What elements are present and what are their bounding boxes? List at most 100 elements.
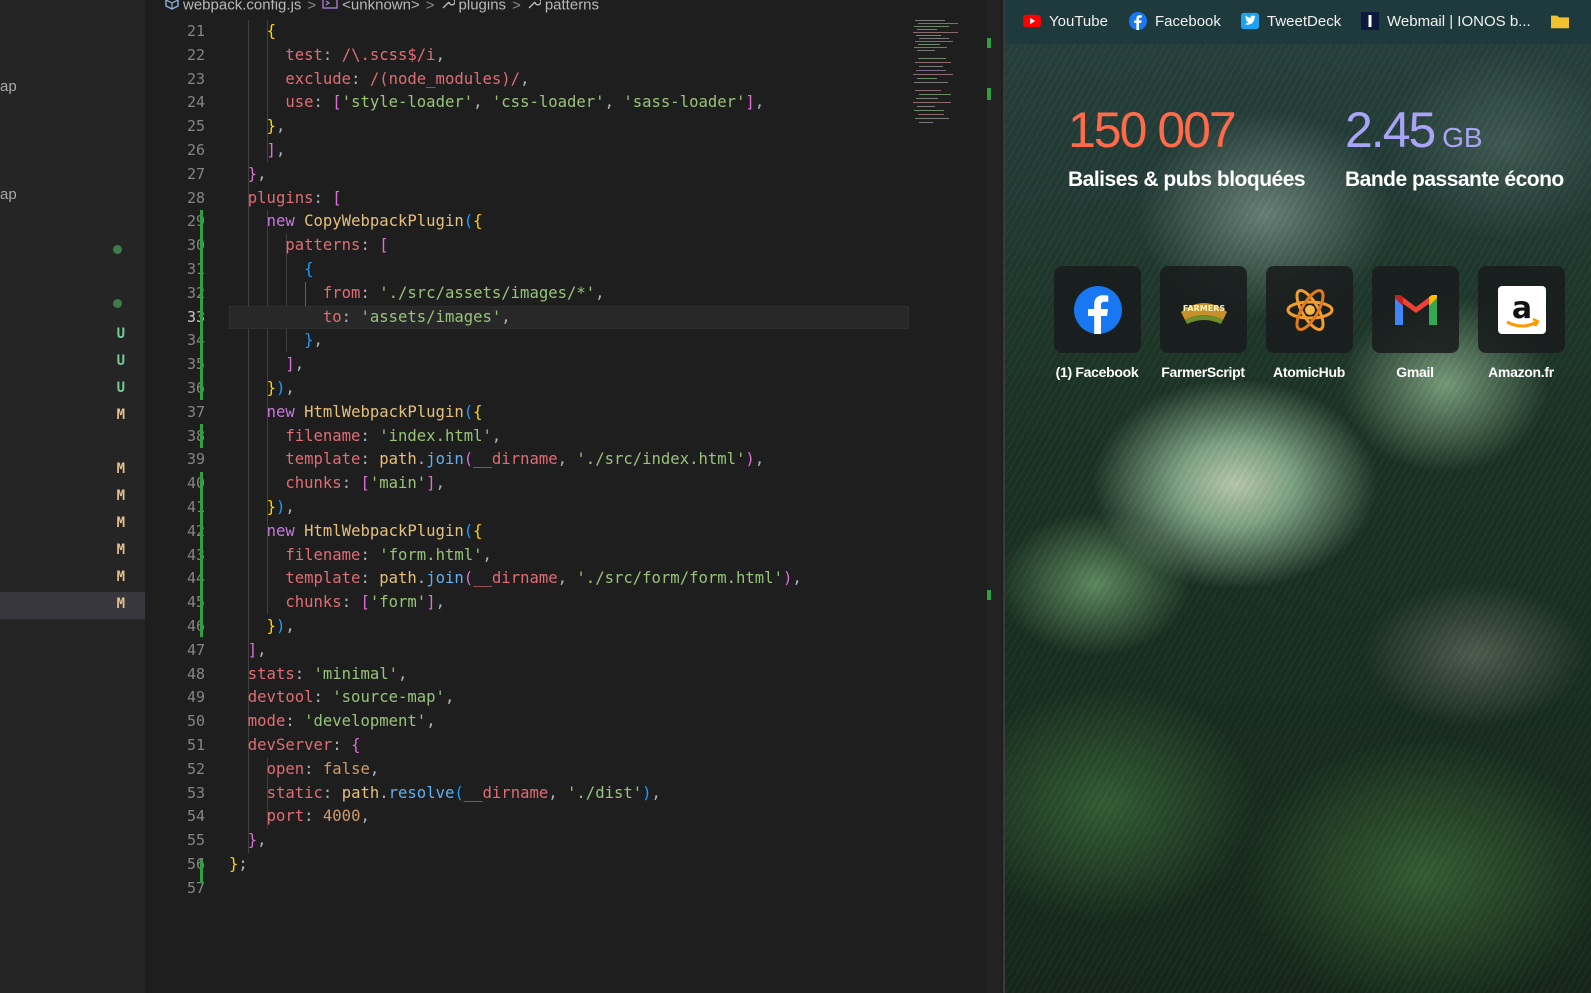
code-token: ( (463, 521, 474, 540)
code-token: 'form.html' (379, 545, 483, 564)
code-line[interactable]: ], (229, 139, 919, 163)
code-token: /(node_modules)/ (369, 69, 521, 88)
code-line[interactable]: filename: 'index.html', (229, 425, 919, 449)
bookmark-ionos[interactable]: Webmail | IONOS b... (1361, 12, 1531, 30)
code-line[interactable]: template: path.join(__dirname, './src/fo… (229, 567, 919, 591)
explorer-item-fragment[interactable]: ap (0, 78, 17, 95)
breadcrumb-patterns[interactable]: patterns (545, 0, 599, 14)
code-token: : (322, 45, 342, 64)
code-line[interactable]: chunks: ['main'], (229, 472, 919, 496)
explorer-row[interactable]: M (0, 511, 145, 538)
explorer-row[interactable]: M (0, 484, 145, 511)
bookmark-youtube[interactable]: YouTube (1023, 12, 1108, 30)
code-line[interactable]: open: false, (229, 758, 919, 782)
code-token: : (313, 688, 333, 707)
code-line[interactable]: new HtmlWebpackPlugin({ (229, 401, 919, 425)
code-token: join (426, 569, 464, 588)
code-token: /\.scss$/i (341, 45, 436, 64)
explorer-row[interactable] (0, 289, 145, 316)
code-line[interactable]: patterns: [ (229, 234, 919, 258)
code-area[interactable]: { test: /\.scss$/i, exclude: /(node_modu… (229, 20, 919, 900)
scrollbar-change-mark (987, 88, 991, 100)
code-editor[interactable]: webpack.config.js > <unknown> > plugins > p… (145, 0, 1005, 993)
line-number: 44 (186, 569, 205, 588)
breadcrumb-scope[interactable]: <unknown> (342, 0, 420, 14)
code-token: , (501, 307, 511, 326)
breadcrumb-plugins[interactable]: plugins (459, 0, 507, 14)
explorer-row[interactable]: U (0, 322, 145, 349)
code-line[interactable]: }; (229, 853, 919, 877)
explorer-row[interactable]: U (0, 376, 145, 403)
code-line[interactable]: from: './src/assets/images/*', (229, 282, 919, 306)
vertical-scrollbar[interactable] (987, 0, 1001, 993)
code-token: [ (332, 93, 342, 112)
code-token: . (416, 569, 427, 588)
code-line[interactable]: chunks: ['form'], (229, 591, 919, 615)
code-token: mode (247, 712, 286, 731)
code-line[interactable]: devtool: 'source-map', (229, 686, 919, 710)
code-token: , (482, 545, 492, 564)
minimap-line (916, 98, 938, 99)
code-token: : (360, 569, 380, 588)
line-number: 22 (186, 45, 205, 64)
code-line[interactable]: ], (229, 639, 919, 663)
line-number: 28 (186, 188, 205, 207)
code-line[interactable]: }), (229, 377, 919, 401)
shortcut-amazon[interactable]: a (1478, 266, 1565, 353)
code-line[interactable]: }, (229, 115, 919, 139)
code-line-active[interactable]: to: 'assets/images', (229, 305, 909, 330)
code-line[interactable]: new HtmlWebpackPlugin({ (229, 520, 919, 544)
code-line[interactable]: }, (229, 829, 919, 853)
code-token: : (351, 69, 370, 88)
bookmark-facebook[interactable]: Facebook (1129, 12, 1221, 30)
bookmark-folder[interactable] (1551, 12, 1577, 30)
code-line[interactable]: port: 4000, (229, 805, 919, 829)
code-line[interactable]: devServer: { (229, 734, 919, 758)
code-line[interactable]: mode: 'development', (229, 710, 919, 734)
gmail-icon (1394, 294, 1437, 325)
code-token: : (294, 664, 314, 683)
code-line[interactable]: plugins: [ (229, 187, 919, 211)
line-number: 27 (186, 164, 205, 183)
code-token: , (435, 45, 445, 64)
code-token: './dist' (567, 783, 643, 802)
code-line[interactable]: { (229, 258, 919, 282)
explorer-row[interactable]: M (0, 457, 145, 484)
code-line[interactable]: }, (229, 163, 919, 187)
code-line[interactable]: }, (229, 329, 919, 353)
code-line[interactable]: use: ['style-loader', 'css-loader', 'sas… (229, 91, 919, 115)
explorer-row[interactable]: M (0, 565, 145, 592)
minimap-line (914, 82, 948, 83)
breadcrumb-file[interactable]: webpack.config.js (183, 0, 301, 14)
shortcut-atomichub[interactable] (1266, 266, 1353, 353)
shortcut-farmerscript[interactable]: FARMERS (1160, 266, 1247, 353)
explorer-row[interactable]: U (0, 349, 145, 376)
code-line[interactable]: { (229, 20, 919, 44)
shortcut-gmail[interactable] (1372, 266, 1459, 353)
code-line[interactable]: }), (229, 496, 919, 520)
bookmark-tweetdeck[interactable]: TweetDeck (1241, 12, 1341, 30)
code-line[interactable]: static: path.resolve(__dirname, './dist'… (229, 782, 919, 806)
explorer-row[interactable]: M (0, 403, 145, 430)
code-line[interactable]: exclude: /(node_modules)/, (229, 68, 919, 92)
code-line[interactable]: }), (229, 615, 919, 639)
code-token: static (266, 783, 323, 802)
code-token: chunks (285, 593, 342, 612)
code-line[interactable]: filename: 'form.html', (229, 544, 919, 568)
code-line[interactable]: ], (229, 353, 919, 377)
shortcut-facebook[interactable] (1054, 266, 1141, 353)
explorer-row-selected[interactable]: M (0, 592, 145, 619)
code-line[interactable]: stats: 'minimal', (229, 663, 919, 687)
minimap[interactable] (907, 18, 987, 138)
explorer-row[interactable] (0, 235, 145, 262)
line-number: 34 (186, 331, 205, 350)
code-line[interactable]: test: /\.scss$/i, (229, 44, 919, 68)
code-line[interactable] (229, 877, 919, 901)
code-line[interactable]: new CopyWebpackPlugin({ (229, 210, 919, 234)
explorer-row[interactable]: M (0, 538, 145, 565)
code-line[interactable]: template: path.join(__dirname, './src/in… (229, 448, 919, 472)
explorer-item-fragment[interactable]: ap (0, 186, 17, 203)
